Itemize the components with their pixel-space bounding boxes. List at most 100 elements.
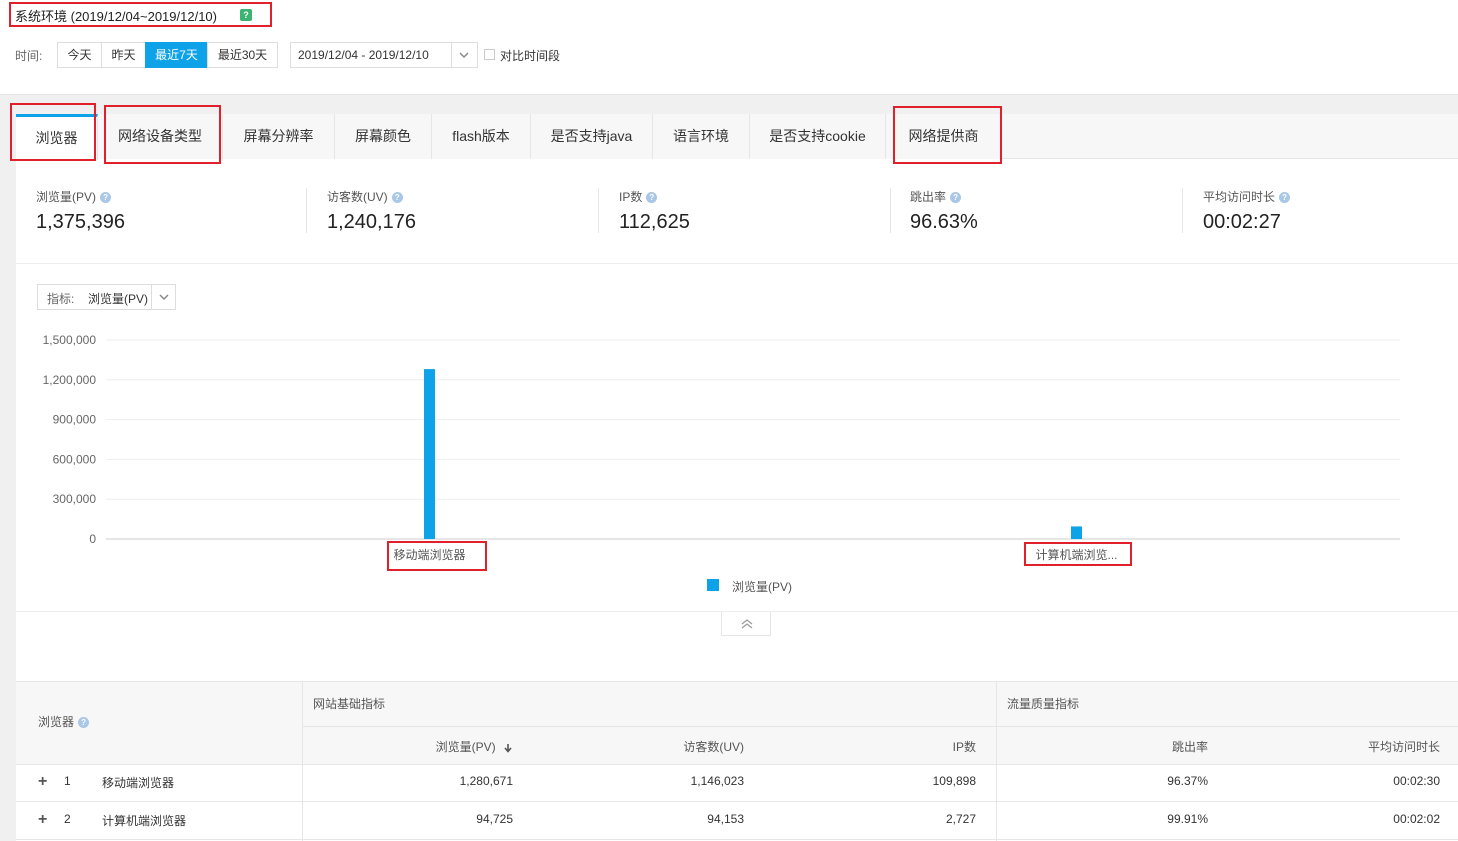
metric-label-avg-duration: 平均访问时长? [1203,188,1291,205]
y-tick-label: 1,500,000 [43,333,97,347]
left-gutter [0,114,16,841]
expand-row-icon[interactable]: + [38,811,47,829]
y-tick-label: 0 [89,532,96,546]
column-header-ip[interactable]: IP数 [876,738,976,755]
double-chevron-up-icon [741,619,753,629]
metric-label-bounce: 跳出率? [910,188,962,205]
compare-label: 对比时间段 [500,49,561,63]
row-avg-duration: 00:02:02 [1393,812,1440,826]
data-table: 浏览器? 网站基础指标 流量质量指标 浏览量(PV) 访客数(UV) IP数 跳… [16,681,1458,841]
tab-cookie-support[interactable]: 是否支持cookie [750,114,886,159]
row-avg-duration: 00:02:30 [1393,774,1440,788]
metric-value-bounce: 96.63% [910,211,978,233]
tab-screen-resolution[interactable]: 屏幕分辨率 [223,114,335,159]
sort-down-icon[interactable] [503,743,513,753]
bar[interactable] [424,369,435,539]
row-ip: 2,727 [945,812,976,826]
metric-value-uv: 1,240,176 [327,211,416,233]
bar[interactable] [1071,526,1082,539]
page-title: 系统环境 (2019/12/04~2019/12/10) [15,9,217,24]
row-uv: 1,146,023 [690,774,744,788]
indicator-select[interactable]: 指标: 浏览量(PV) [37,284,176,310]
metrics-divider [16,263,1458,264]
row-index: 1 [64,774,71,788]
y-tick-label: 1,200,000 [43,373,97,387]
row-bounce: 96.37% [1167,774,1208,788]
tab-screen-color[interactable]: 屏幕颜色 [335,114,432,159]
table-header-dimension-label: 浏览器? [38,713,90,730]
date-range-picker[interactable]: 2019/12/04 - 2019/12/10 [290,42,478,68]
help-icon[interactable]: ? [240,9,252,21]
chevron-down-icon [159,294,169,301]
question-icon[interactable]: ? [100,192,112,204]
metric-label-uv: 访客数(UV)? [327,188,403,205]
row-uv: 94,153 [707,812,744,826]
tab-network-device[interactable]: 网络设备类型 [98,114,223,159]
tab-network-provider[interactable]: 网络提供商 [886,114,1002,159]
table-header-group-basic [303,681,996,726]
indicator-dropdown-button[interactable] [151,285,175,309]
range-yesterday-button[interactable]: 昨天 [101,42,146,68]
column-header-avg-duration[interactable]: 平均访问时长 [1316,738,1440,755]
metric-divider [890,188,891,233]
bar-chart: 1,500,000 1,200,000 900,000 600,000 300,000 0… [43,333,1400,594]
column-header-uv[interactable]: 访客数(UV) [616,738,744,755]
column-header-bounce[interactable]: 跳出率 [1106,738,1208,755]
chevron-down-icon [459,52,469,59]
metric-label-ip: IP数? [619,188,658,205]
expand-row-icon[interactable]: + [38,773,47,791]
metric-label-pv: 浏览量(PV)? [36,188,112,205]
table-group-quality-label: 流量质量指标 [1007,697,1080,711]
table-line [16,764,1458,765]
row-ip: 109,898 [932,774,976,788]
y-tick-label: 300,000 [53,492,97,506]
range-today-button[interactable]: 今天 [57,42,102,68]
table-line [16,681,1458,682]
y-tick-label: 600,000 [53,452,97,466]
time-label: 时间: [15,49,43,63]
row-pv: 94,725 [476,812,513,826]
legend-label: 浏览量(PV) [732,579,792,594]
table-line [303,726,1458,727]
x-tick-label: 计算机端浏览... [1035,547,1117,562]
metric-divider [1182,188,1183,233]
question-icon[interactable]: ? [950,192,962,204]
tab-browser[interactable]: 浏览器 [16,114,98,160]
table-line [16,839,1458,840]
column-header-pv[interactable]: 浏览量(PV) [396,738,513,755]
compare-checkbox[interactable] [484,49,495,60]
question-icon[interactable]: ? [78,717,90,729]
table-line [16,801,1458,802]
tab-java-support[interactable]: 是否支持java [531,114,653,159]
tab-language[interactable]: 语言环境 [653,114,750,159]
table-line [302,681,303,841]
table-group-basic-label: 网站基础指标 [313,697,386,711]
question-icon[interactable]: ? [391,192,403,204]
metric-value-pv: 1,375,396 [36,211,125,233]
collapse-button[interactable] [721,612,771,636]
section-divider [0,94,1458,114]
range-30days-button[interactable]: 最近30天 [207,42,278,68]
metric-value-ip: 112,625 [619,211,690,233]
row-bounce: 99.91% [1167,812,1208,826]
x-tick-label: 移动端浏览器 [393,547,465,562]
indicator-value: 浏览量(PV) [88,292,149,306]
y-tick-label: 900,000 [53,413,97,427]
date-dropdown-button[interactable] [451,43,477,67]
row-index: 2 [64,812,71,826]
row-name[interactable]: 计算机端浏览器 [102,812,186,829]
row-name[interactable]: 移动端浏览器 [102,774,174,791]
tab-bar: 浏览器 网络设备类型 屏幕分辨率 屏幕颜色 flash版本 是否支持java 语… [16,114,1458,160]
range-7days-button[interactable]: 最近7天 [145,42,208,68]
table-line [996,681,997,841]
question-icon[interactable]: ? [646,192,658,204]
question-icon[interactable]: ? [1279,192,1291,204]
tab-flash-version[interactable]: flash版本 [432,114,531,159]
indicator-label: 指标: [47,292,75,306]
metric-value-avg-duration: 00:02:27 [1203,211,1281,233]
metric-divider [306,188,307,233]
legend-swatch[interactable] [707,579,719,591]
date-range-value: 2019/12/04 - 2019/12/10 [298,48,429,62]
row-pv: 1,280,671 [459,774,513,788]
metric-divider [598,188,599,233]
